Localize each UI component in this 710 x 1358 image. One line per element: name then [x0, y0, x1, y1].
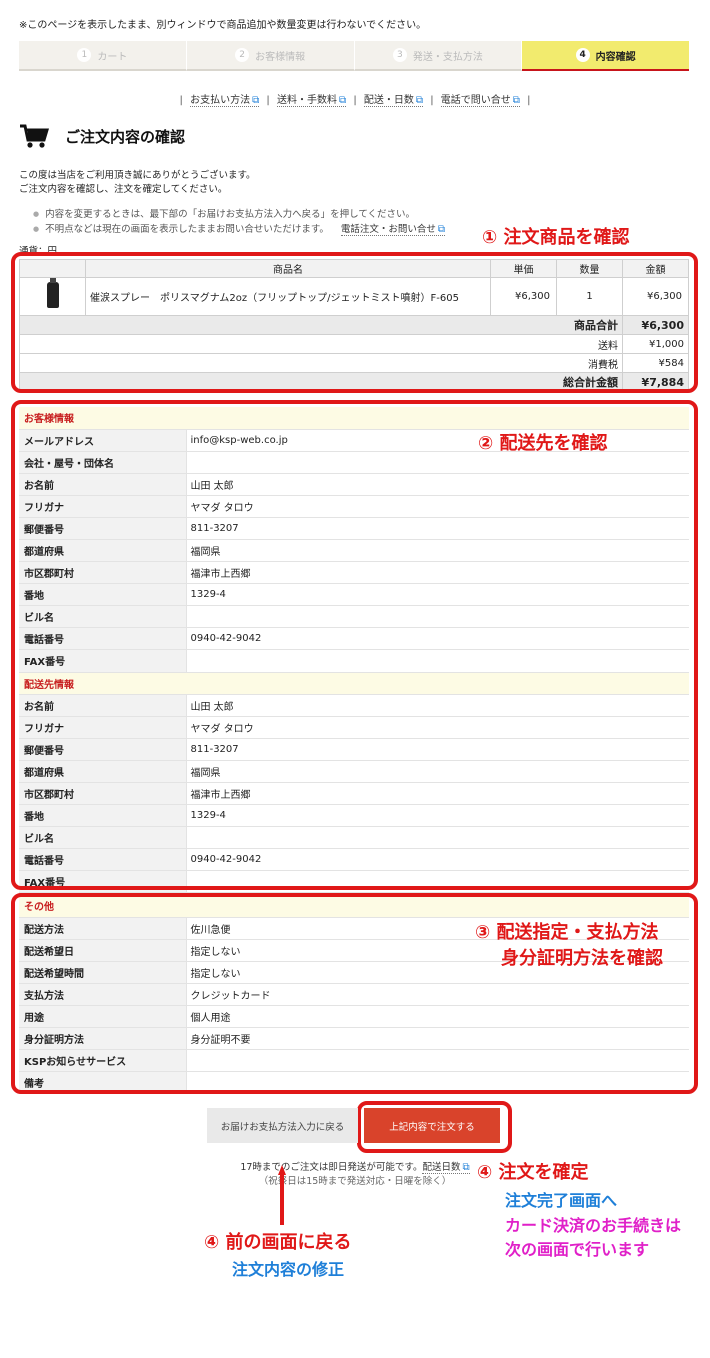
- page-title: ご注文内容の確認: [65, 127, 186, 146]
- shipping-note-text: 17時までのご注文は即日発送が可能です。: [240, 1162, 423, 1173]
- annotation-edit-order: 注文内容の修正: [232, 1260, 345, 1279]
- checkout-steps: 1 カート 2 お客様情報 3 発送・支払方法 4 内容確認: [19, 41, 689, 71]
- link-separator: |: [527, 95, 531, 106]
- step-customer-info: 2 お客様情報: [186, 41, 355, 71]
- highlight-box-items: [11, 252, 698, 393]
- link-delivery-days[interactable]: 配送・日数 ⧉: [363, 95, 424, 107]
- step-cart: 1 カート: [19, 41, 187, 71]
- step-label: お客様情報: [255, 51, 306, 63]
- link-separator: |: [353, 95, 357, 106]
- link-separator: |: [179, 95, 183, 106]
- page-notice: ※このページを表示したまま、別ウィンドウで商品追加や数量変更は行わないでください…: [19, 20, 427, 31]
- back-to-shipping-button[interactable]: お届けお支払方法入力に戻る: [207, 1108, 358, 1143]
- annotation-check-address: ② 配送先を確認: [478, 433, 608, 454]
- step-number: 4: [575, 48, 590, 62]
- annotation-go-back: ④ 前の画面に戻る: [204, 1232, 352, 1253]
- cart-icon: [20, 124, 49, 148]
- step-number: 2: [235, 48, 250, 62]
- intro-line: この度は当店をご利用頂き誠にありがとうございます。: [19, 170, 256, 181]
- note-item: 不明点などは現在の画面を表示したままお問い合せいただけます。電話注文・お問い合せ…: [33, 222, 446, 237]
- step-shipping-payment: 3 発送・支払方法: [354, 41, 523, 71]
- step-number: 1: [77, 48, 92, 62]
- up-arrow-icon: [278, 1165, 286, 1225]
- link-phone-inquiry[interactable]: 電話で問い合せ ⧉: [440, 95, 520, 107]
- step-label: 発送・支払方法: [412, 51, 483, 63]
- external-link-icon: ⧉: [462, 1162, 470, 1173]
- step-confirm: 4 内容確認: [522, 41, 689, 71]
- page-title-block: ご注文内容の確認: [19, 123, 185, 149]
- delivery-days-link[interactable]: 配送日数 ⧉: [422, 1162, 470, 1174]
- link-separator: |: [266, 95, 270, 106]
- intro-text: この度は当店をご利用頂き誠にありがとうございます。 ご注文内容を確認し、注文を確…: [19, 169, 256, 197]
- external-link-icon: ⧉: [338, 95, 347, 106]
- place-order-button[interactable]: 上記内容で注文する: [364, 1108, 500, 1143]
- note-item: 内容を変更するときは、最下部の「お届けお支払方法入力へ戻る」を押してください。: [33, 207, 445, 222]
- link-payment-methods[interactable]: お支払い方法 ⧉: [190, 95, 260, 107]
- annotation-confirm-order: ④ 注文を確定: [477, 1162, 589, 1183]
- external-link-icon: ⧉: [252, 95, 260, 106]
- step-label: 内容確認: [595, 51, 636, 63]
- annotation-check-items: ① 注文商品を確認: [482, 227, 630, 248]
- external-link-icon: ⧉: [415, 95, 424, 106]
- link-separator: |: [430, 95, 434, 106]
- external-link-icon: ⧉: [437, 224, 446, 235]
- intro-line: ご注文内容を確認し、注文を確定してください。: [19, 184, 228, 195]
- external-link-icon: ⧉: [512, 95, 520, 106]
- annotation-next-screen: 次の画面で行います: [505, 1240, 650, 1259]
- step-label: カート: [97, 51, 128, 63]
- annotation-check-id-method: 身分証明方法を確認: [501, 948, 663, 969]
- link-shipping-fees[interactable]: 送料・手数料 ⧉: [276, 95, 347, 107]
- step-number: 3: [392, 48, 407, 62]
- highlight-box-address: [11, 400, 698, 890]
- phone-order-link[interactable]: 電話注文・お問い合せ ⧉: [340, 224, 446, 236]
- annotation-card-payment: カード決済のお手続きは: [505, 1216, 682, 1235]
- annotation-check-shipping-payment: ③ 配送指定・支払方法: [475, 922, 659, 943]
- notes-list: 内容を変更するときは、最下部の「お届けお支払方法入力へ戻る」を押してください。 …: [33, 207, 446, 237]
- annotation-to-complete: 注文完了画面へ: [505, 1191, 618, 1210]
- help-links: | お支払い方法 ⧉ | 送料・手数料 ⧉ | 配送・日数 ⧉ | 電話で問い合せ ⧉ …: [0, 91, 710, 107]
- shipping-note: 17時までのご注文は即日発送が可能です。配送日数 ⧉ （祝祭日は15時まで発送対応…: [0, 1161, 710, 1189]
